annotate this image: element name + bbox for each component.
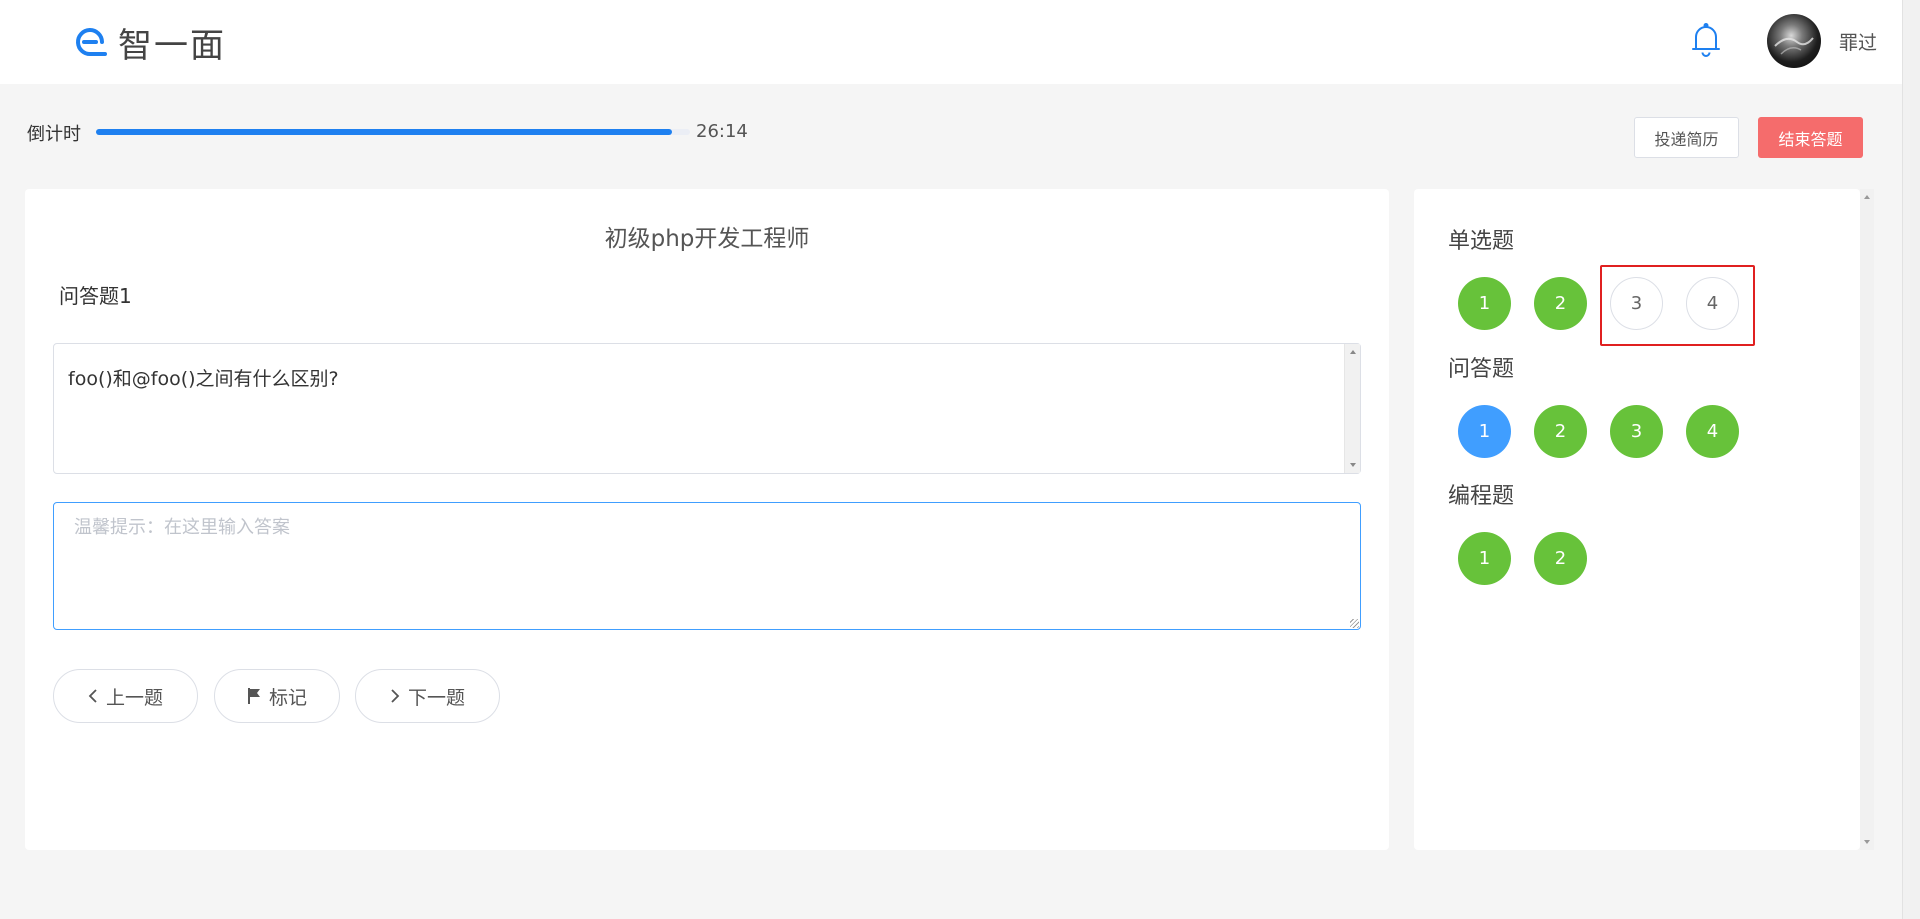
bell-icon[interactable] [1690, 22, 1722, 58]
page-scrollbar[interactable] [1902, 0, 1920, 919]
section-title-qa: 问答题 [1448, 357, 1515, 382]
top-header: 智一面 罪过 [0, 0, 1902, 84]
flag-icon [247, 688, 260, 704]
prev-question-button[interactable]: 上一题 [53, 669, 198, 723]
qa-question-2-button[interactable]: 2 [1534, 405, 1587, 458]
prev-question-label: 上一题 [105, 686, 163, 709]
next-question-label: 下一题 [407, 686, 465, 709]
chevron-left-icon [88, 689, 97, 703]
logo-icon [76, 28, 107, 57]
question-text: foo()和@foo()之间有什么区别? [68, 368, 339, 390]
end-exam-button[interactable]: 结束答题 [1758, 117, 1863, 158]
question-box: foo()和@foo()之间有什么区别? [53, 343, 1361, 474]
countdown-progress-fill [96, 129, 673, 135]
countdown-time: 26:14 [696, 121, 748, 142]
single-choice-question-1-button[interactable]: 1 [1458, 277, 1511, 330]
avatar-image [1774, 37, 1814, 55]
exam-title: 初级php开发工程师 [604, 226, 810, 252]
avatar[interactable] [1767, 14, 1821, 68]
qa-list: 1234 [1458, 405, 1739, 458]
submit-resume-button[interactable]: 投递简历 [1634, 117, 1739, 158]
countdown-progress [96, 129, 690, 135]
scroll-up-arrow-icon[interactable] [1864, 195, 1870, 199]
question-title: 问答题1 [59, 284, 132, 308]
logo[interactable]: 智一面 [72, 22, 226, 66]
qa-question-1-button[interactable]: 1 [1458, 405, 1511, 458]
question-card: 初级php开发工程师 问答题1 foo()和@foo()之间有什么区别? 上一题… [25, 189, 1389, 850]
section-title-coding: 编程题 [1448, 484, 1515, 509]
single-choice-list: 1234 [1458, 277, 1739, 330]
question-box-scrollbar[interactable] [1344, 344, 1360, 473]
coding-question-1-button[interactable]: 1 [1458, 532, 1511, 585]
next-question-button[interactable]: 下一题 [355, 669, 500, 723]
countdown-label: 倒计时 [27, 124, 81, 145]
section-title-single-choice: 单选题 [1448, 229, 1515, 254]
qa-question-3-button[interactable]: 3 [1610, 405, 1663, 458]
qa-question-4-button[interactable]: 4 [1686, 405, 1739, 458]
mark-question-button[interactable]: 标记 [214, 669, 340, 723]
scroll-down-arrow-icon[interactable] [1864, 840, 1870, 844]
single-choice-question-2-button[interactable]: 2 [1534, 277, 1587, 330]
username[interactable]: 罪过 [1839, 28, 1877, 55]
chevron-right-icon [391, 689, 400, 703]
mark-question-label: 标记 [268, 686, 307, 709]
single-choice-question-4-button[interactable]: 4 [1686, 277, 1739, 330]
side-panel-scrollbar[interactable] [1860, 189, 1874, 850]
scroll-up-arrow-icon[interactable] [1350, 350, 1356, 354]
answer-input[interactable] [53, 502, 1361, 630]
resize-handle-icon[interactable] [1350, 619, 1359, 628]
coding-list: 12 [1458, 532, 1587, 585]
coding-question-2-button[interactable]: 2 [1534, 532, 1587, 585]
logo-text: 智一面 [118, 25, 226, 66]
scroll-down-arrow-icon[interactable] [1350, 463, 1356, 467]
single-choice-question-3-button[interactable]: 3 [1610, 277, 1663, 330]
question-navigator: 单选题 1234 问答题 1234 编程题 12 [1414, 189, 1860, 850]
